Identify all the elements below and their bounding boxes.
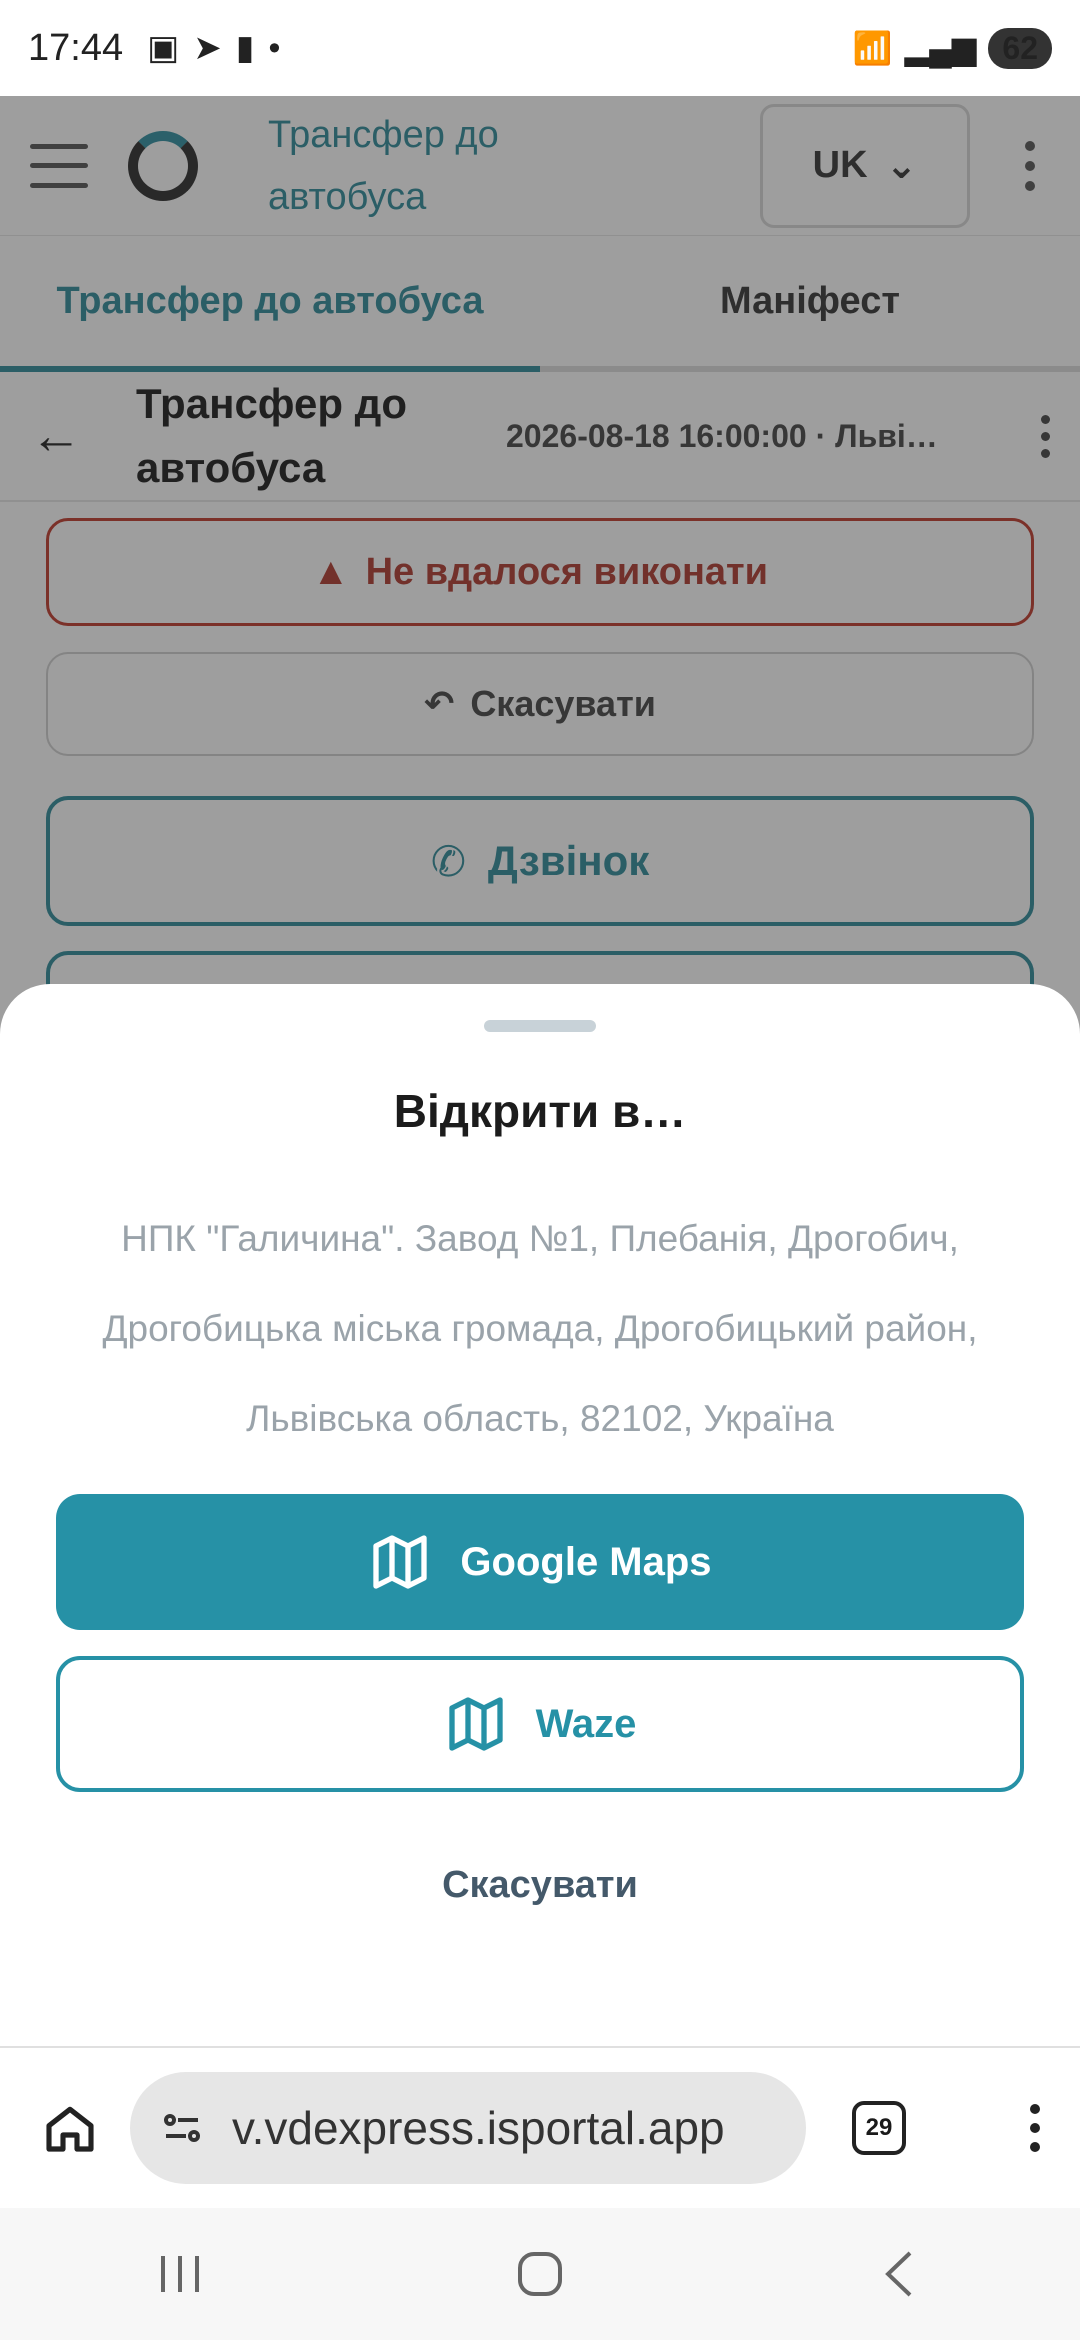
address-bar[interactable]: v.vdexpress.isportal.app [130, 2072, 806, 2184]
recents-icon [161, 2256, 199, 2292]
sheet-cancel-button[interactable]: Скасувати [0, 1864, 1080, 1907]
tab-switcher-button[interactable]: 29 [852, 2101, 906, 2155]
back-chevron-icon [885, 2251, 912, 2297]
google-maps-button[interactable]: Google Maps [56, 1494, 1024, 1630]
screenshot-icon: ▣ [147, 29, 180, 67]
sheet-address: НПК "Галичина". Завод №1, Плебанія, Дрог… [102, 1218, 978, 1439]
status-bar: 17:44 ▣ ➤ ▮ • 📶 ▂▄▆ 62 [0, 0, 1080, 96]
sheet-drag-handle[interactable] [484, 1020, 596, 1032]
dot-icon: • [268, 28, 281, 67]
signal-icon: ▂▄▆ [904, 30, 977, 66]
home-nav-button[interactable] [480, 2234, 600, 2314]
waze-button[interactable]: Waze [56, 1656, 1024, 1792]
recents-button[interactable] [120, 2234, 240, 2314]
battery-indicator: 62 [988, 27, 1052, 69]
map-icon [448, 1697, 503, 1751]
status-notification-icons: ▣ ➤ ▮ • [147, 28, 280, 68]
back-nav-button[interactable] [840, 2234, 960, 2314]
home-circle-icon [518, 2252, 562, 2296]
device-icon: ▮ [235, 29, 255, 67]
telegram-icon: ➤ [193, 29, 222, 67]
status-time: 17:44 [28, 26, 124, 69]
status-system-icons: 📶 ▂▄▆ 62 [852, 27, 1052, 69]
map-icon [373, 1535, 428, 1589]
browser-menu-icon[interactable] [1030, 2104, 1040, 2152]
home-icon[interactable] [40, 2100, 100, 2156]
sheet-title: Відкрити в… [393, 1085, 687, 1137]
open-in-sheet: Відкрити в… НПК "Галичина". Завод №1, Пл… [0, 984, 1080, 2046]
wifi-icon: 📶 [852, 30, 893, 66]
system-nav-bar [0, 2208, 1080, 2340]
site-settings-icon[interactable] [158, 2104, 206, 2152]
browser-toolbar: v.vdexpress.isportal.app 29 [0, 2046, 1080, 2208]
waze-label: Waze [535, 1701, 637, 1746]
url-text: v.vdexpress.isportal.app [232, 2102, 725, 2154]
google-maps-label: Google Maps [460, 1539, 712, 1584]
